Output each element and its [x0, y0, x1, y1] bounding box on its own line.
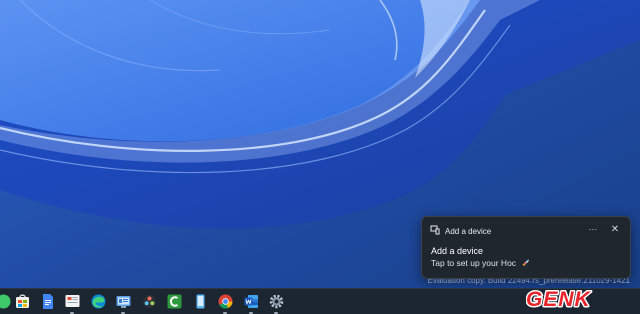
- control-panel-icon[interactable]: [115, 293, 132, 310]
- snipping-tool-icon[interactable]: [64, 293, 81, 310]
- ellipsis-icon[interactable]: ···: [586, 223, 600, 237]
- settings-gear-icon[interactable]: [268, 293, 285, 310]
- rocket-icon: [521, 258, 530, 269]
- davinci-resolve-icon[interactable]: [141, 293, 158, 310]
- word-icon[interactable]: [243, 293, 260, 310]
- desktop: w Evaluation copy. Build 22494.rs_prerel…: [0, 0, 640, 314]
- chrome-icon[interactable]: [217, 293, 234, 310]
- teams-chat-icon[interactable]: [0, 293, 12, 310]
- notification-toast[interactable]: Add a device ··· ✕ Add a device Tap to s…: [421, 216, 631, 279]
- device-icon: [430, 222, 440, 240]
- svg-text:GENK: GENK: [526, 288, 592, 310]
- notification-body-text: Tap to set up your Hoc: [431, 258, 517, 268]
- genk-logo: GENK GENK: [526, 287, 592, 311]
- notification-body: Tap to set up your Hoc: [431, 258, 530, 269]
- close-icon[interactable]: ✕: [608, 223, 622, 237]
- google-docs-icon[interactable]: [39, 293, 56, 310]
- edge-browser-icon[interactable]: [90, 293, 107, 310]
- phone-link-icon[interactable]: [192, 293, 209, 310]
- notification-app-name: Add a device: [445, 226, 492, 236]
- notification-header: Add a device: [430, 225, 491, 237]
- camtasia-icon[interactable]: [166, 293, 183, 310]
- microsoft-store-icon[interactable]: [14, 293, 31, 310]
- notification-title: Add a device: [431, 246, 484, 256]
